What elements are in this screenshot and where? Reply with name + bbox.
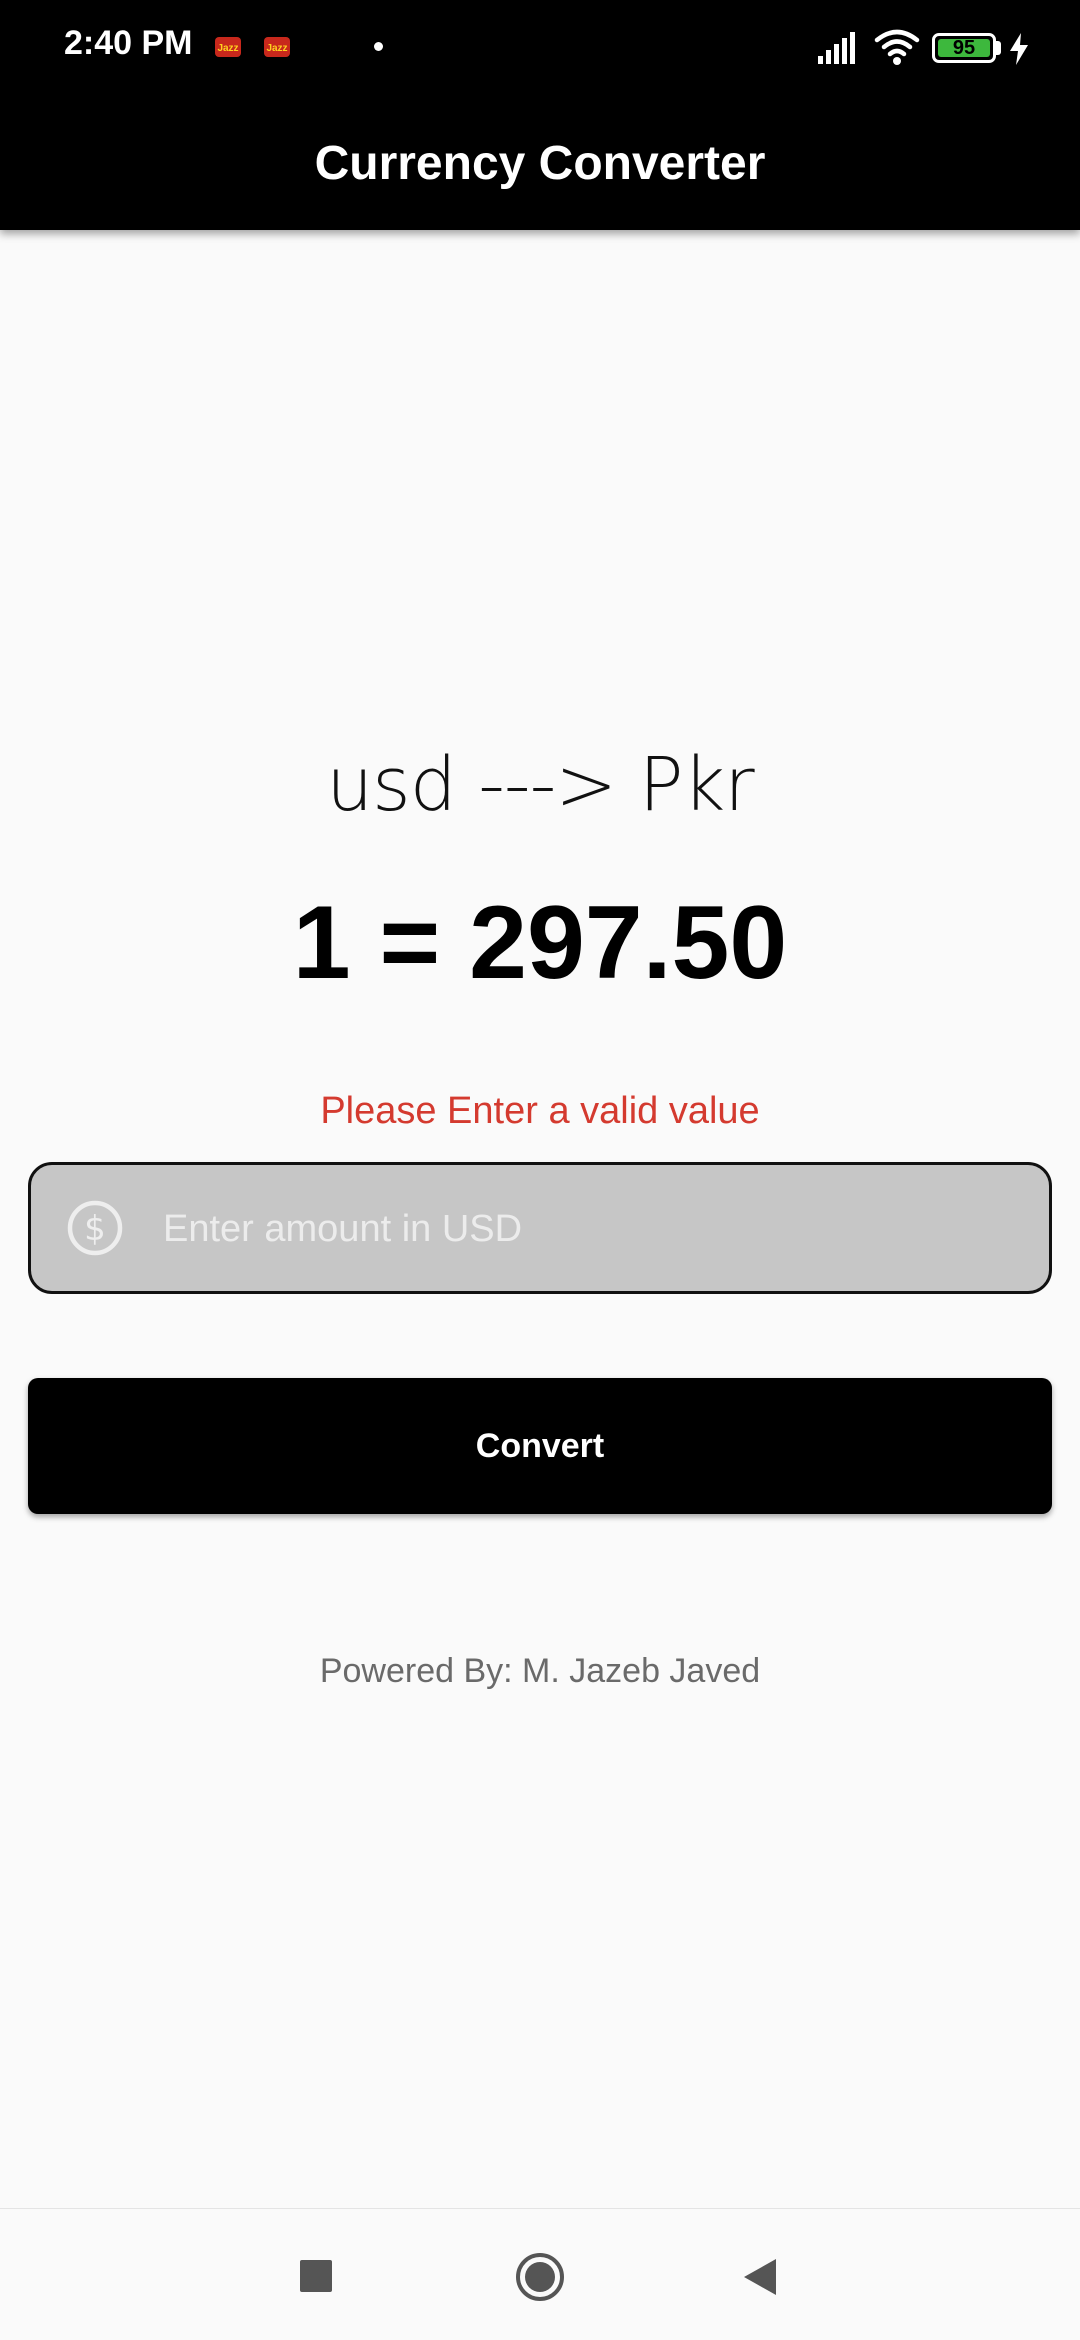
validation-error-message: Please Enter a valid value xyxy=(320,1090,760,1132)
amount-input[interactable] xyxy=(161,1165,1025,1293)
navigation-bar xyxy=(0,2208,1080,2340)
convert-button[interactable]: Convert xyxy=(28,1378,1052,1514)
exchange-rate-text: 1 = 297.50 xyxy=(292,885,788,1001)
jazz-icon: Jazz xyxy=(215,37,241,57)
powered-by-text: Powered By: M. Jazeb Javed xyxy=(319,1652,761,1690)
battery-level: 95 xyxy=(938,37,990,59)
charging-bolt-icon xyxy=(1010,33,1028,65)
app-title: Currency Converter xyxy=(314,136,766,190)
dollar-icon: $ xyxy=(67,1200,123,1256)
recents-icon[interactable] xyxy=(300,2260,332,2292)
status-time: 2:40 PM xyxy=(64,24,193,62)
wifi-icon xyxy=(874,29,920,65)
more-notifications-dot xyxy=(374,42,383,51)
back-icon[interactable] xyxy=(742,2257,778,2297)
amount-field[interactable]: $ xyxy=(28,1162,1052,1294)
signal-icon xyxy=(818,32,855,64)
status-bar: 2:40 PM Jazz Jazz 95 xyxy=(0,0,1080,96)
jazz-icon: Jazz xyxy=(264,37,290,57)
svg-text:Jazz: Jazz xyxy=(266,43,287,54)
battery-cap xyxy=(996,41,1001,55)
app-bar: Currency Converter xyxy=(0,96,1080,230)
home-icon[interactable] xyxy=(514,2251,566,2303)
app-screen: 2:40 PM Jazz Jazz 95 Currency Converter … xyxy=(0,0,1080,2340)
svg-text:$: $ xyxy=(84,1209,106,1249)
battery-icon: 95 xyxy=(932,33,996,63)
currency-pair-label: usd ---> Pkr xyxy=(326,742,754,828)
svg-text:Jazz: Jazz xyxy=(217,43,238,54)
